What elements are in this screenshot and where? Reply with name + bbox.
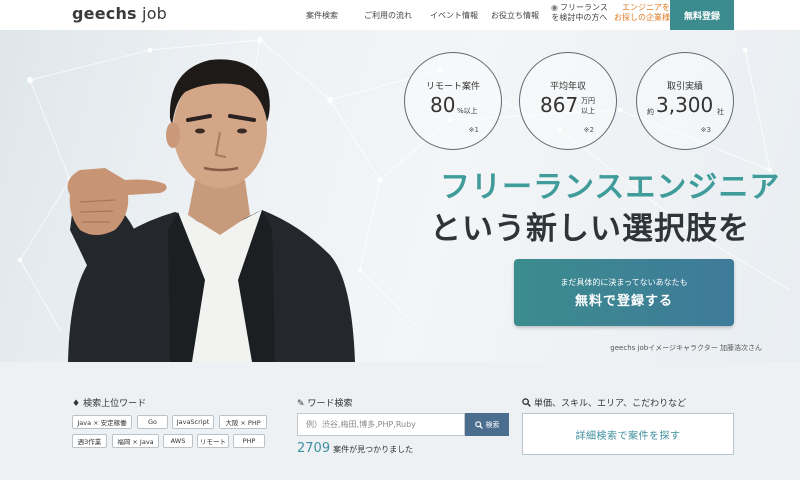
search-button-label: 検索 bbox=[485, 420, 500, 429]
cta-subtext: まだ具体的に決まってないあなたも bbox=[560, 278, 688, 287]
stat-remote-label: リモート案件 bbox=[425, 82, 480, 92]
stat-income-note: ※2 bbox=[583, 126, 594, 134]
stat-clients-note: ※3 bbox=[700, 126, 711, 134]
stat-income-unit1: 万円 bbox=[581, 97, 595, 105]
result-text: 案件が見つかりました bbox=[333, 445, 414, 454]
stat-income: 平均年収 867 万円 以上 ※2 bbox=[519, 52, 617, 150]
stat-remote-note: ※1 bbox=[468, 126, 479, 134]
nav-company-line1: エンジニアを bbox=[622, 3, 670, 12]
tag-php[interactable]: PHP bbox=[233, 434, 265, 448]
nav-company-line2: お探しの企業様へ bbox=[614, 13, 678, 22]
search-icon bbox=[474, 420, 483, 429]
popular-words-label: 検索上位ワード bbox=[83, 399, 147, 409]
nav-tips[interactable]: お役立ち情報 bbox=[491, 10, 539, 21]
tag-aws[interactable]: AWS bbox=[163, 434, 193, 448]
search-button[interactable]: 検索 bbox=[465, 413, 509, 436]
nav-company[interactable]: エンジニアを お探しの企業様へ bbox=[614, 3, 678, 23]
hero-caption: geechs jobイメージキャラクター 加藤浩次さん bbox=[610, 344, 762, 352]
search-input[interactable] bbox=[297, 413, 465, 436]
nav-freelance-line2: を検討中の方へ bbox=[551, 13, 608, 22]
nav-jobs[interactable]: 案件検索 bbox=[306, 10, 338, 21]
signup-button[interactable]: 無料登録 bbox=[670, 0, 734, 30]
pencil-icon: ✎ bbox=[297, 399, 305, 409]
site-header: geechs job 案件検索 ご利用の流れ イベント情報 お役立ち情報 ◉ フリ… bbox=[0, 0, 800, 30]
catch-copy-line2: という新しい選択肢を bbox=[430, 211, 750, 247]
nav-events[interactable]: イベント情報 bbox=[430, 10, 478, 21]
lightbulb-icon: ◉ bbox=[551, 3, 558, 12]
catch-copy-line1: フリーランスエンジニア bbox=[440, 170, 781, 205]
tag-remote[interactable]: リモート bbox=[197, 434, 229, 448]
tag-icon: ♦ bbox=[72, 399, 81, 409]
detail-search-button[interactable]: 詳細検索で案件を探す bbox=[522, 413, 734, 455]
detail-search-title: 単価、スキル、エリア、こだわりなど bbox=[522, 396, 686, 409]
result-number: 2709 bbox=[297, 441, 331, 456]
stat-remote-value: 80 bbox=[430, 93, 456, 117]
word-search-title: ✎ ワード検索 bbox=[297, 396, 353, 409]
tag-java-stable[interactable]: Java × 安定稼働 bbox=[72, 415, 132, 429]
tag-go[interactable]: Go bbox=[137, 415, 168, 429]
stat-clients-value: 3,300 bbox=[656, 93, 714, 117]
cta-label: 無料で登録する bbox=[574, 294, 673, 309]
search-icon bbox=[522, 398, 531, 407]
hero-section: リモート案件 80 %以上 ※1 平均年収 867 万円 以上 ※2 取引実績 … bbox=[0, 30, 800, 362]
search-area: ♦ 検索上位ワード Java × 安定稼働 Go JavaScript 大阪 × … bbox=[0, 362, 800, 480]
nav-freelance-line1: フリーランス bbox=[559, 3, 608, 12]
stat-income-label: 平均年収 bbox=[549, 82, 586, 92]
logo-main: geechs bbox=[72, 4, 137, 23]
word-search-label: ワード検索 bbox=[307, 399, 353, 409]
tag-osaka-php[interactable]: 大阪 × PHP bbox=[219, 415, 267, 429]
detail-search-label: 単価、スキル、エリア、こだわりなど bbox=[534, 399, 687, 409]
logo-sub: job bbox=[136, 4, 168, 23]
nav-flow[interactable]: ご利用の流れ bbox=[364, 10, 412, 21]
stat-clients: 取引実績 約 3,300 社 ※3 bbox=[636, 52, 734, 150]
nav-freelance[interactable]: ◉ フリーランス を検討中の方へ bbox=[551, 3, 608, 23]
stat-clients-prefix: 約 bbox=[647, 108, 654, 116]
stat-income-unit2: 以上 bbox=[581, 107, 595, 115]
stat-remote: リモート案件 80 %以上 ※1 bbox=[404, 52, 502, 150]
person-image bbox=[67, 59, 355, 362]
stat-remote-unit: %以上 bbox=[457, 107, 478, 115]
tag-fukuoka-java[interactable]: 福岡 × Java bbox=[112, 434, 159, 448]
stat-clients-label: 取引実績 bbox=[666, 82, 703, 92]
stat-income-value: 867 bbox=[540, 93, 579, 117]
tag-3days[interactable]: 週3作業 bbox=[72, 434, 107, 448]
result-count: 2709 案件が見つかりました bbox=[297, 441, 413, 456]
tag-javascript[interactable]: JavaScript bbox=[172, 415, 214, 429]
stat-clients-unit: 社 bbox=[717, 108, 724, 116]
popular-words-title: ♦ 検索上位ワード bbox=[72, 396, 146, 409]
register-cta-button[interactable]: まだ具体的に決まってないあなたも 無料で登録する bbox=[514, 259, 734, 326]
site-logo[interactable]: geechs job bbox=[72, 4, 167, 23]
